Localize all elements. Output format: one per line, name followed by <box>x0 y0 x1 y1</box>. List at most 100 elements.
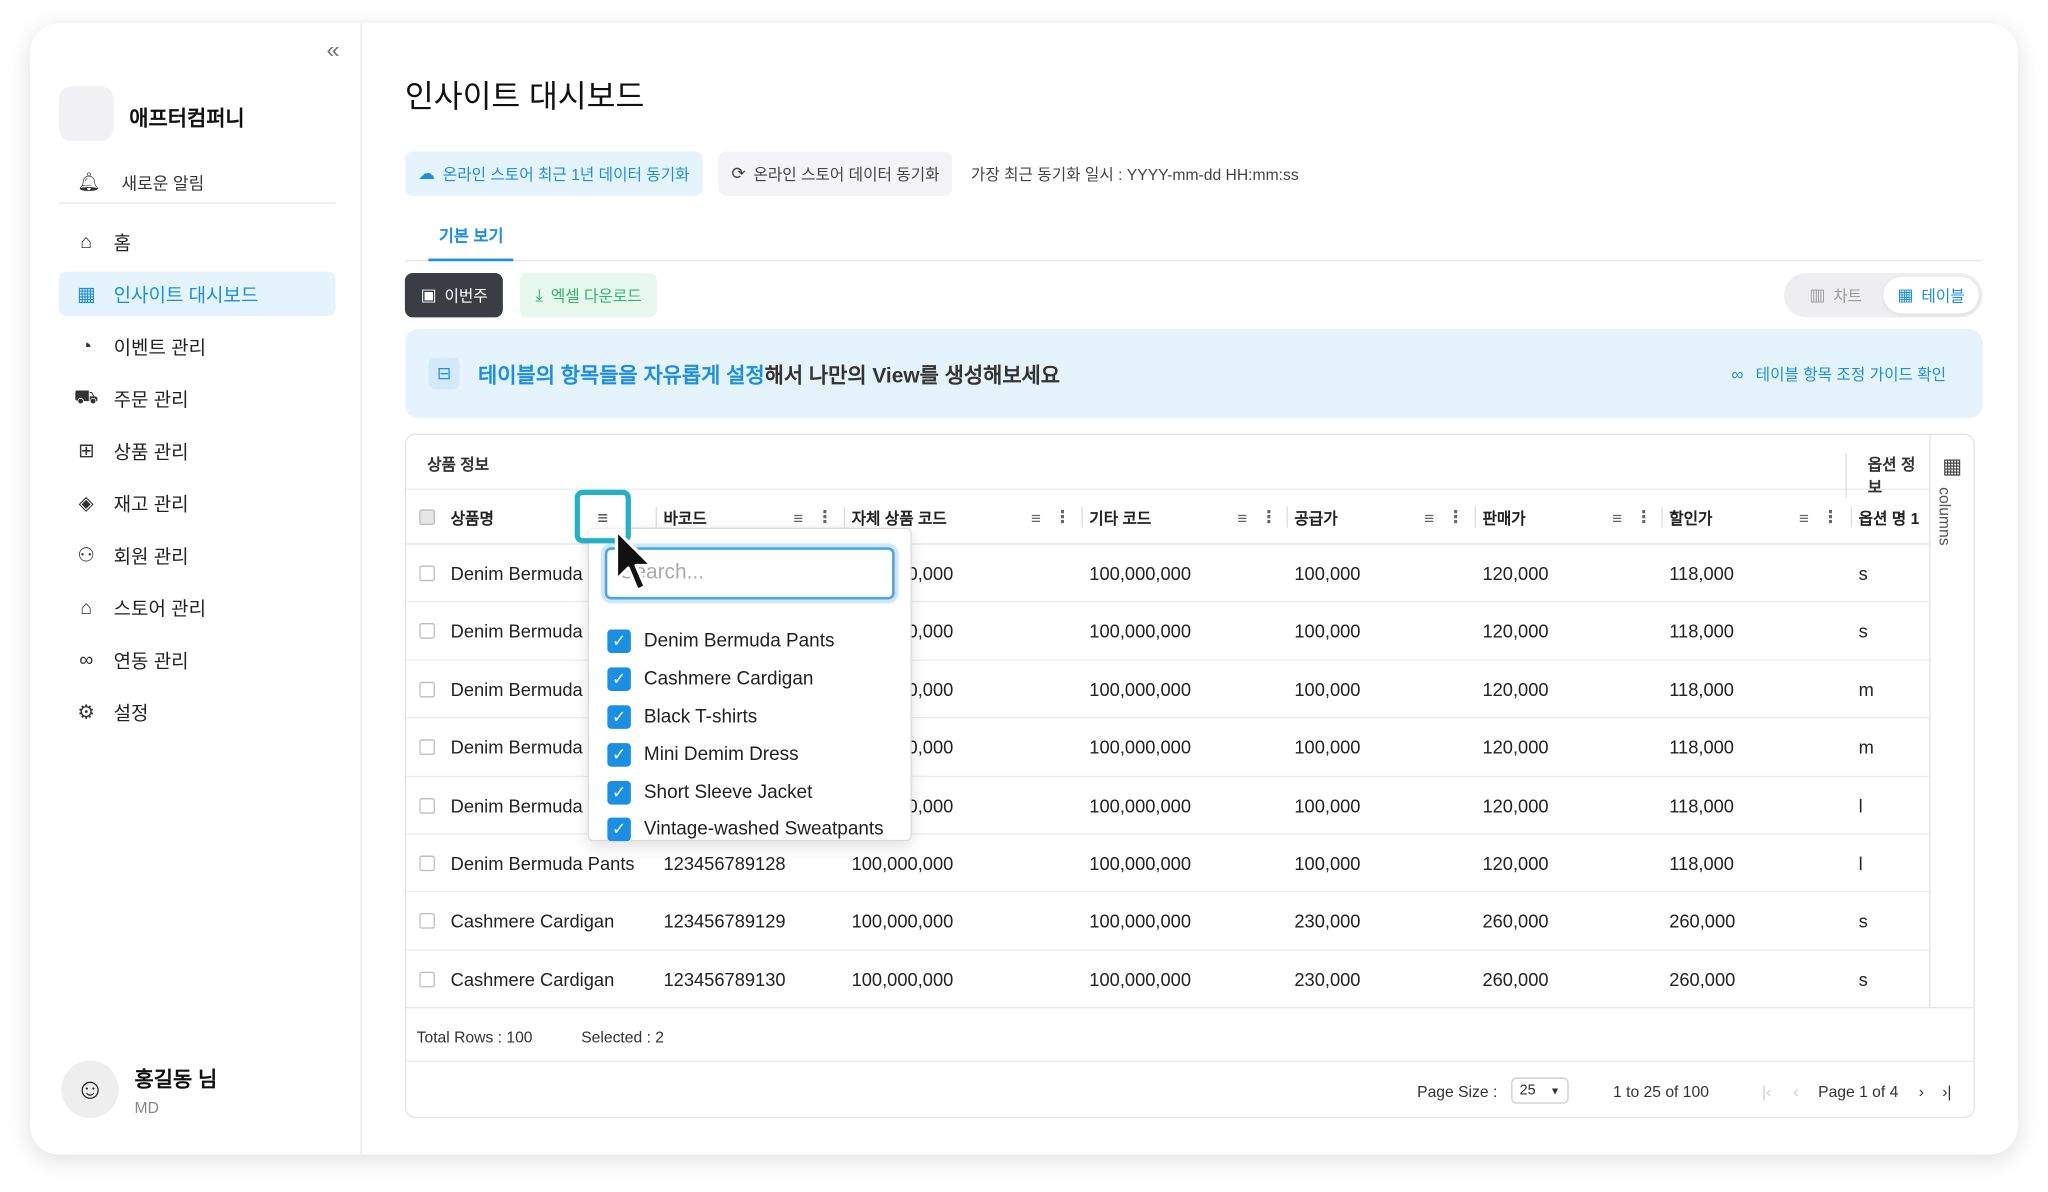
tab-default-view[interactable]: 기본 보기 <box>428 222 514 262</box>
filter-option[interactable]: ✓ Vintage-washed Sweatpants <box>607 811 884 849</box>
last-page-icon[interactable]: ›| <box>1942 1083 1951 1101</box>
cell-other-code: 100,000,000 <box>1089 678 1191 700</box>
more-vertical-icon[interactable]: ⋮ <box>1635 507 1652 528</box>
cell-discount-price: 260,000 <box>1669 968 1736 990</box>
cell-sale-price: 120,000 <box>1482 736 1549 758</box>
row-checkbox[interactable] <box>419 855 435 872</box>
cell-option-1: m <box>1858 678 1874 700</box>
more-vertical-icon[interactable]: ⋮ <box>1260 507 1277 528</box>
filter-icon[interactable]: ≡ <box>1424 507 1434 527</box>
header-label: 옵션 명 1 <box>1858 508 1920 528</box>
avatar: ☺ <box>61 1060 119 1119</box>
page-indicator: Page 1 of 4 <box>1818 1082 1899 1102</box>
guide-link[interactable]: ∞ 테이블 항목 조정 가이드 확인 <box>1731 363 1946 385</box>
first-page-icon[interactable]: |‹ <box>1762 1083 1771 1101</box>
home-icon: ⌂ <box>80 230 93 253</box>
cell-product-name: Cashmere Cardigan <box>450 968 615 990</box>
table-view-button[interactable]: ▦ 테이블 <box>1883 276 1979 314</box>
filter-icon[interactable]: ≡ <box>1612 507 1622 527</box>
user-name: 홍길동 님 <box>134 1069 218 1092</box>
sidebar-item-label: 인사이트 대시보드 <box>113 285 259 307</box>
sidebar-item-label: 상품 관리 <box>113 442 189 464</box>
more-vertical-icon[interactable]: ⋮ <box>1447 507 1464 528</box>
sidebar-item-members[interactable]: ⚇ 회원 관리 <box>59 533 336 577</box>
filter-option-label: Mini Demim Dress <box>643 744 799 766</box>
cell-supply-price: 100,000 <box>1294 736 1361 758</box>
checkbox-checked-icon[interactable]: ✓ <box>607 818 631 842</box>
header-label: 판매가 <box>1482 508 1526 528</box>
checkbox-checked-icon[interactable]: ✓ <box>607 667 631 692</box>
table-row[interactable]: Cashmere Cardigan 123456789130 100,000,0… <box>406 951 1929 1009</box>
banner-rest: 해서 나만의 View를 생성해보세요 <box>764 365 1061 388</box>
alert-item[interactable]: 🔔︎ 새로운 알림 <box>58 162 336 204</box>
header-label: 기타 코드 <box>1089 508 1152 528</box>
row-checkbox[interactable] <box>419 565 435 582</box>
sidebar-item-label: 홈 <box>113 233 132 255</box>
calendar-icon: ▣ <box>420 284 437 305</box>
filter-option[interactable]: ✓ Mini Demim Dress <box>607 736 883 774</box>
group-product-info: 상품 정보 <box>427 455 490 475</box>
row-checkbox[interactable] <box>419 913 435 930</box>
row-checkbox[interactable] <box>419 681 435 698</box>
filter-option[interactable]: ✓ Short Sleeve Jacket <box>607 773 883 811</box>
more-vertical-icon[interactable]: ⋮ <box>816 507 833 528</box>
sidebar-item-events[interactable]: ◔ 이벤트 관리 <box>59 324 336 368</box>
chart-view-button[interactable]: ▥ 차트 <box>1788 277 1883 314</box>
last-sync-time: 가장 최근 동기화 일시 : YYYY-mm-dd HH:mm:ss <box>970 165 1299 184</box>
row-checkbox[interactable] <box>419 623 435 640</box>
mouse-cursor-icon <box>614 528 654 592</box>
sidebar-item-inventory[interactable]: ◈ 재고 관리 <box>59 481 336 525</box>
sidebar-item-products[interactable]: ⊞ 상품 관리 <box>59 428 336 472</box>
user-role: MD <box>134 1098 159 1117</box>
chevrons-left-icon[interactable]: « <box>327 37 340 64</box>
sidebar-item-insight-dashboard[interactable]: ▦ 인사이트 대시보드 <box>58 271 336 317</box>
cell-discount-price: 118,000 <box>1669 794 1734 816</box>
filter-icon[interactable]: ≡ <box>1237 507 1247 527</box>
cell-sale-price: 260,000 <box>1482 968 1549 990</box>
select-all-checkbox[interactable] <box>419 509 435 526</box>
filter-icon[interactable]: ≡ <box>793 507 803 527</box>
cell-own-code: 100,000,000 <box>851 910 954 932</box>
filter-icon[interactable]: ≡ <box>1031 507 1041 527</box>
toolbar: ▣ 이번주 ⤓ 엑셀 다운로드 ▥ 차트 ▦ 테이블 <box>404 272 1983 318</box>
prev-page-icon[interactable]: ‹ <box>1793 1083 1798 1101</box>
cloud-upload-icon: ☁ <box>417 163 435 183</box>
cell-sale-price: 260,000 <box>1482 910 1549 932</box>
cell-other-code: 100,000,000 <box>1089 736 1191 758</box>
sidebar-item-label: 설정 <box>113 703 149 725</box>
filter-option[interactable]: ✓ Black T-shirts <box>607 698 883 736</box>
filter-option[interactable]: ✓ Cashmere Cardigan <box>607 661 883 699</box>
checkbox-checked-icon[interactable]: ✓ <box>607 742 631 767</box>
sidebar-item-home[interactable]: ⌂ 홈 <box>59 219 336 263</box>
sidebar-item-orders[interactable]: ⛟ 주문 관리 <box>59 376 336 420</box>
gear-icon: ⚙ <box>77 701 95 724</box>
sync-data-button[interactable]: ⟳ 온라인 스토어 데이터 동기화 <box>718 151 953 196</box>
row-checkbox[interactable] <box>419 797 435 814</box>
refresh-icon: ⟳ <box>731 163 746 183</box>
checkbox-checked-icon[interactable]: ✓ <box>607 630 631 654</box>
table-row[interactable]: Cashmere Cardigan 123456789129 100,000,0… <box>406 893 1930 951</box>
sidebar-item-settings[interactable]: ⚙ 설정 <box>59 690 336 734</box>
next-page-icon[interactable]: › <box>1919 1083 1924 1101</box>
sync-recent-year-button[interactable]: ☁ 온라인 스토어 최근 1년 데이터 동기화 <box>404 151 703 196</box>
more-vertical-icon[interactable]: ⋮ <box>1822 507 1839 528</box>
columns-side-panel[interactable]: ▦ columns <box>1929 434 1973 1008</box>
filter-icon[interactable]: ≡ <box>1799 507 1809 527</box>
checkbox-checked-icon[interactable]: ✓ <box>607 705 631 729</box>
cell-sale-price: 120,000 <box>1482 620 1549 642</box>
page-size-select[interactable]: 25 ▼ <box>1511 1077 1569 1104</box>
cell-supply-price: 230,000 <box>1294 968 1361 990</box>
checkbox-checked-icon[interactable]: ✓ <box>607 780 631 805</box>
this-week-button[interactable]: ▣ 이번주 <box>404 272 504 318</box>
row-checkbox[interactable] <box>419 971 435 988</box>
row-checkbox[interactable] <box>419 739 435 756</box>
user-profile[interactable]: ☺ 홍길동 님 MD <box>61 1060 218 1119</box>
sidebar-item-stores[interactable]: ⌂ 스토어 관리 <box>59 585 336 629</box>
sync-recent-year-label: 온라인 스토어 최근 1년 데이터 동기화 <box>442 165 690 184</box>
filter-option[interactable]: ✓ Denim Bermuda Pants <box>607 623 883 661</box>
sidebar-item-integrations[interactable]: ∞ 연동 관리 <box>59 637 336 681</box>
header-option-name-1: 옵션 명 1 <box>1850 490 1930 545</box>
excel-download-button[interactable]: ⤓ 엑셀 다운로드 <box>519 272 658 318</box>
cell-option-1: s <box>1858 910 1868 932</box>
more-vertical-icon[interactable]: ⋮ <box>1054 507 1071 528</box>
